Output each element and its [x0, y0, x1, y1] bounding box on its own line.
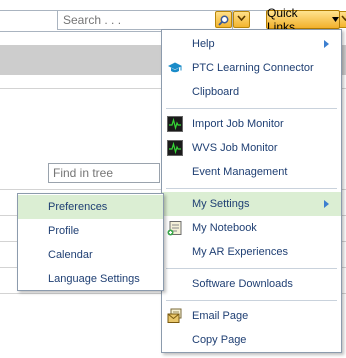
menu-item-label: Import Job Monitor: [192, 118, 284, 130]
menu-item-import-job-monitor[interactable]: Import Job Monitor: [162, 112, 341, 136]
menu-separator: [166, 268, 337, 269]
menu-item-wvs-job-monitor[interactable]: WVS Job Monitor: [162, 136, 341, 160]
menu-separator: [166, 188, 337, 189]
search-options-button[interactable]: [233, 11, 250, 28]
submenu-item-calendar[interactable]: Calendar: [18, 243, 163, 267]
menu-item-label: Help: [192, 38, 215, 50]
menu-item-help[interactable]: Help: [162, 32, 341, 56]
search-icon: [218, 15, 229, 26]
menu-item-label: Copy Page: [192, 334, 247, 346]
chevron-down-icon: [341, 15, 346, 21]
menu-item-label: My Notebook: [192, 222, 257, 234]
menu-separator: [166, 108, 337, 109]
monitor-icon: [167, 116, 183, 132]
submenu-item-preferences[interactable]: Preferences: [18, 195, 163, 219]
menu-item-software-downloads[interactable]: Software Downloads: [162, 272, 341, 296]
menu-separator: [166, 300, 337, 301]
menu-item-event-management[interactable]: Event Management: [162, 160, 341, 184]
menu-item-email-page[interactable]: Email Page: [162, 304, 341, 328]
notebook-icon: [167, 221, 182, 236]
submenu-item-language-settings[interactable]: Language Settings: [18, 267, 163, 291]
email-icon: [167, 308, 182, 323]
submenu-item-label: Preferences: [48, 201, 108, 213]
caret-down-icon: [332, 17, 339, 22]
menu-item-label: My AR Experiences: [192, 246, 288, 258]
menu-item-label: Email Page: [192, 310, 249, 322]
menu-item-label: My Settings: [192, 198, 250, 210]
graduation-cap-icon: [168, 62, 182, 73]
menu-item-my-ar-experiences[interactable]: My AR Experiences: [162, 240, 341, 264]
submenu-item-profile[interactable]: Profile: [18, 219, 163, 243]
menu-item-label: Event Management: [192, 166, 288, 178]
quick-links-button[interactable]: Quick Links: [266, 6, 340, 34]
menu-item-label: Software Downloads: [192, 278, 293, 290]
menu-item-ptc-learning-connector[interactable]: PTC Learning Connector: [162, 56, 341, 80]
find-in-tree-input[interactable]: [48, 163, 160, 183]
chevron-down-icon: [237, 15, 246, 21]
my-settings-submenu: Preferences Profile Calendar Language Se…: [17, 193, 164, 291]
menu-item-my-settings[interactable]: My Settings: [162, 192, 341, 216]
menu-item-label: PTC Learning Connector: [192, 62, 314, 74]
menu-item-my-notebook[interactable]: My Notebook: [162, 216, 341, 240]
submenu-item-label: Profile: [48, 225, 80, 237]
menu-item-copy-page[interactable]: Copy Page: [162, 328, 341, 352]
menu-item-clipboard[interactable]: Clipboard: [162, 80, 341, 104]
search-input[interactable]: [57, 10, 233, 30]
quick-links-menu: Help PTC Learning Connector Clipboard Im…: [161, 29, 342, 353]
menu-item-label: Clipboard: [192, 86, 240, 98]
search-button[interactable]: [215, 11, 232, 28]
submenu-item-label: Calendar: [48, 249, 93, 261]
menu-item-label: WVS Job Monitor: [192, 142, 278, 154]
submenu-arrow-icon: [324, 40, 329, 48]
monitor-icon: [167, 140, 183, 156]
submenu-arrow-icon: [324, 200, 329, 208]
submenu-item-label: Language Settings: [48, 273, 140, 285]
